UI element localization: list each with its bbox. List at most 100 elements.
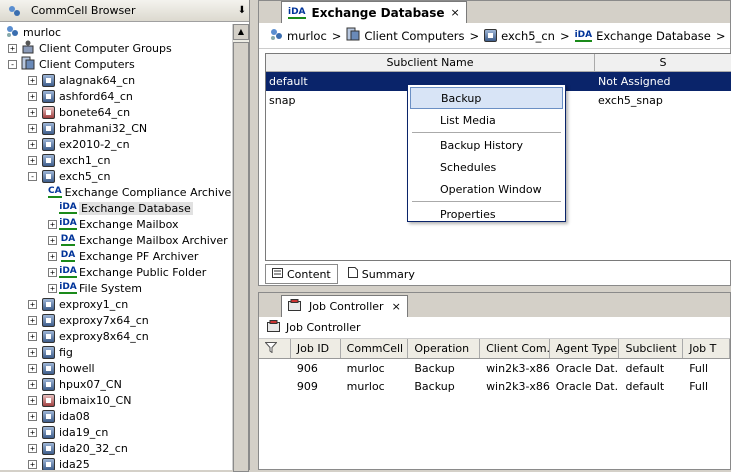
subclient-subtabs: Content Summary	[265, 264, 421, 284]
tree-item[interactable]: + hpux07_CN	[0, 376, 232, 392]
expand-toggle-icon[interactable]: +	[8, 43, 17, 53]
menu-item[interactable]: List Media	[410, 109, 563, 131]
tree-item[interactable]: + exproxy1_cn	[0, 296, 232, 312]
expand-toggle-icon[interactable]: +	[48, 267, 57, 277]
menu-item[interactable]: Schedules	[410, 156, 563, 178]
tree-item[interactable]: + ex2010-2_cn	[0, 136, 232, 152]
tree-item[interactable]: + brahmani32_CN	[0, 120, 232, 136]
breadcrumb-item[interactable]: exch5_cn	[484, 29, 555, 43]
expand-toggle-icon[interactable]: +	[48, 251, 57, 261]
tree-item[interactable]: + exch1_cn	[0, 152, 232, 168]
expand-toggle-icon[interactable]: +	[28, 123, 37, 133]
expand-toggle-icon[interactable]: +	[28, 379, 37, 389]
breadcrumb-separator: >	[715, 28, 726, 43]
filter-column-header[interactable]	[259, 339, 291, 358]
breadcrumb-item[interactable]: Client Computers	[346, 27, 465, 44]
tree-scrollbar[interactable]: ▲	[232, 24, 249, 472]
computer-icon	[41, 313, 55, 327]
tree-item[interactable]: + DA Exchange Mailbox Archiver	[0, 232, 232, 248]
expand-toggle-icon[interactable]: +	[28, 363, 37, 373]
expand-toggle-icon[interactable]: +	[28, 395, 37, 405]
menu-item[interactable]: Operation Window	[410, 178, 563, 200]
ida-icon: DA	[60, 250, 76, 262]
tree-item[interactable]: + bonete64_cn	[0, 104, 232, 120]
column-header[interactable]: Job T	[683, 339, 731, 358]
expand-toggle-icon[interactable]: +	[28, 155, 37, 165]
column-header[interactable]: Client Com...	[480, 339, 550, 358]
tab-summary-label: Summary	[361, 267, 415, 281]
expand-toggle-icon[interactable]: +	[28, 443, 37, 453]
tree-item[interactable]: murloc	[0, 24, 232, 40]
ca-icon: CA	[48, 186, 62, 198]
tree-item[interactable]: iDA Exchange Database	[0, 200, 232, 216]
tree-item-label: Exchange Mailbox	[79, 217, 179, 231]
column-header[interactable]: Agent Type	[550, 339, 620, 358]
tree-item[interactable]: + ida08	[0, 408, 232, 424]
tree-item[interactable]: + ibmaix10_CN	[0, 392, 232, 408]
menu-item[interactable]: Backup History	[410, 134, 563, 156]
expand-toggle-icon[interactable]: -	[28, 171, 37, 181]
column-header[interactable]: Operation	[408, 339, 481, 358]
tree-item[interactable]: + iDA Exchange Mailbox	[0, 216, 232, 232]
tree-item[interactable]: + howell	[0, 360, 232, 376]
client-group-icon	[21, 40, 35, 57]
tree-item[interactable]: CA Exchange Compliance Archiver	[0, 184, 232, 200]
tab-exchange-database[interactable]: iDA Exchange Database ×	[281, 1, 467, 23]
column-header[interactable]: Job ID	[291, 339, 341, 358]
column-header[interactable]: Subclient	[619, 339, 684, 358]
expand-toggle-icon[interactable]: +	[28, 75, 37, 85]
job-tabbar: Job Controller ×	[259, 293, 730, 317]
expand-toggle-icon[interactable]: +	[28, 299, 37, 309]
breadcrumb-item[interactable]: murloc	[269, 27, 327, 44]
expand-toggle-icon[interactable]: +	[28, 107, 37, 117]
expand-toggle-icon[interactable]: +	[28, 427, 37, 437]
computer-icon	[41, 409, 55, 423]
tab-summary[interactable]: Summary	[342, 264, 421, 284]
tab-job-controller[interactable]: Job Controller ×	[281, 295, 408, 317]
menu-item[interactable]: Properties	[410, 203, 563, 225]
scroll-up-button[interactable]: ▲	[233, 24, 249, 40]
tree-item[interactable]: + fig	[0, 344, 232, 360]
breadcrumb-separator: >	[331, 28, 342, 43]
expand-toggle-icon[interactable]: +	[48, 219, 57, 229]
column-header-storage[interactable]: S	[595, 54, 731, 71]
tree-item[interactable]: + iDA Exchange Public Folder	[0, 264, 232, 280]
expand-toggle-icon[interactable]: +	[48, 235, 57, 245]
expand-toggle-icon[interactable]: +	[48, 283, 57, 293]
tree-item-label: ida08	[59, 409, 90, 423]
tree-item[interactable]: + alagnak64_cn	[0, 72, 232, 88]
expand-toggle-icon[interactable]: -	[8, 59, 17, 69]
expand-toggle-icon[interactable]: +	[28, 347, 37, 357]
tree-item-label: ashford64_cn	[59, 89, 133, 103]
expand-toggle-icon[interactable]: +	[28, 91, 37, 101]
tree-item[interactable]: + ida25	[0, 456, 232, 470]
tree-item[interactable]: + ida20_32_cn	[0, 440, 232, 456]
filter-icon[interactable]	[264, 341, 278, 356]
tree-item[interactable]: + iDA File System	[0, 280, 232, 296]
panel-title: CommCell Browser	[31, 4, 136, 17]
tree-item[interactable]: - Client Computers	[0, 56, 232, 72]
menu-item[interactable]: Backup	[410, 87, 563, 109]
tree-item[interactable]: + ashford64_cn	[0, 88, 232, 104]
job-row[interactable]: 909 murloc Backup win2k3-x86... Oracle Dat..…	[259, 377, 730, 395]
tab-content[interactable]: Content	[265, 264, 338, 284]
tree-item[interactable]: + DA Exchange PF Archiver	[0, 248, 232, 264]
tree-item[interactable]: - exch5_cn	[0, 168, 232, 184]
tree-item[interactable]: + exproxy8x64_cn	[0, 328, 232, 344]
pin-icon[interactable]: ⬇	[235, 5, 249, 16]
column-header[interactable]: CommCell	[341, 339, 409, 358]
expand-toggle-icon[interactable]: +	[28, 139, 37, 149]
expand-toggle-icon[interactable]: +	[28, 315, 37, 325]
close-icon[interactable]: ×	[392, 300, 401, 313]
expand-toggle-icon[interactable]: +	[28, 459, 37, 469]
tree-item[interactable]: + Client Computer Groups	[0, 40, 232, 56]
expand-toggle-icon[interactable]: +	[28, 411, 37, 421]
tree-item[interactable]: + ida19_cn	[0, 424, 232, 440]
job-row[interactable]: 906 murloc Backup win2k3-x86... Oracle Dat..…	[259, 359, 730, 377]
expand-toggle-icon[interactable]: +	[28, 331, 37, 341]
close-icon[interactable]: ×	[451, 6, 460, 19]
scroll-thumb[interactable]	[233, 42, 249, 472]
column-header-subclient-name[interactable]: Subclient Name	[266, 54, 595, 71]
tree-item[interactable]: + exproxy7x64_cn	[0, 312, 232, 328]
breadcrumb-item[interactable]: iDA Exchange Database	[574, 29, 711, 43]
